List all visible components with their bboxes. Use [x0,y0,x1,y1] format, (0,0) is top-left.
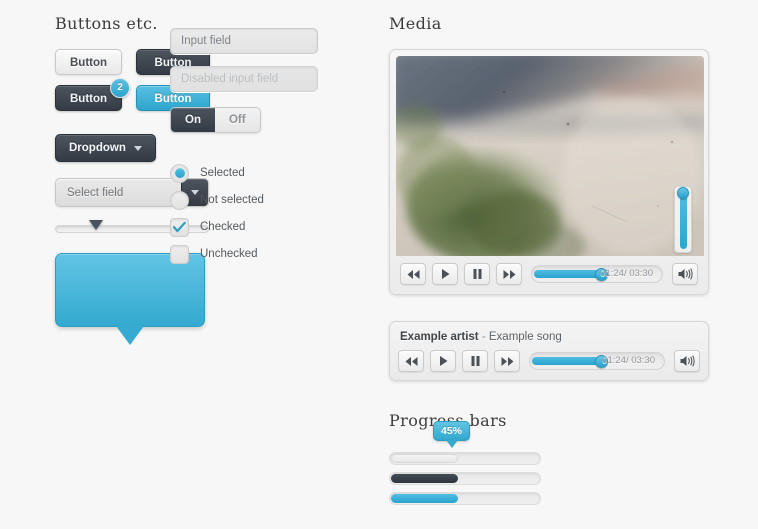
choice-list: Selected Not selected Checked Unchecked [170,160,330,267]
video-controls-bar: 01:24/ 03:30 [396,256,702,288]
radio-selected-label: Selected [200,167,245,179]
toggle-on-segment[interactable]: On [171,108,215,132]
audio-rewind-button[interactable] [398,350,424,372]
progress-fill-grey [391,454,458,463]
video-volume-track[interactable] [677,187,689,249]
radio-option-not-selected[interactable]: Not selected [170,187,330,213]
video-time-display: 01:24/ 03:30 [600,268,653,279]
audio-pause-button[interactable] [462,350,488,372]
fast-forward-button[interactable] [496,263,522,285]
dropdown-button[interactable]: Dropdown [55,134,156,162]
pause-icon [471,356,479,366]
radio-not-selected-label: Not selected [200,194,264,206]
progress-bar-dark [389,472,541,485]
progress-bar-blue [389,492,541,505]
audio-separator: - [481,331,486,343]
check-mark-icon [173,221,186,233]
rewind-button[interactable] [400,263,426,285]
disabled-text-input [170,66,318,92]
rewind-icon [405,356,417,366]
on-off-toggle[interactable]: On Off [170,107,261,133]
progress-bar-grey [389,452,541,465]
radio-icon-checked[interactable] [170,163,189,183]
audio-track-info: Example artist - Example song [400,331,698,343]
audio-seek-bar[interactable]: 01:24/ 03:30 [529,352,665,370]
audio-player: Example artist - Example song 01:24/ 03:… [389,321,709,381]
audio-song: Example song [488,331,562,343]
audio-controls-bar: 01:24/ 03:30 [398,350,700,372]
video-still-image [396,56,704,256]
play-icon [441,269,449,279]
light-button[interactable]: Button [55,49,123,75]
audio-time-display: 01:24/ 03:30 [602,355,655,366]
pause-button[interactable] [464,263,490,285]
audio-seek-fill [532,357,604,365]
fast-forward-icon [503,269,515,279]
audio-artist: Example artist [400,331,479,343]
checkbox-icon-checked[interactable] [170,217,189,237]
checkbox-checked-label: Checked [200,221,246,233]
fast-forward-icon [501,356,513,366]
text-input[interactable] [170,28,318,54]
media-section: Media 01:24/ 03:30 Example artist - Exam… [389,14,719,512]
progress-fill-dark [391,474,458,483]
chevron-down-icon [133,145,142,151]
checkbox-icon-unchecked[interactable] [170,244,189,264]
select-field-value: Select field [67,186,124,199]
checkbox-option-checked[interactable]: Checked [170,214,330,240]
progress-bars-group: 45% [389,421,541,505]
ui-kit-page: Buttons etc. Button Button Button 2 Butt… [0,0,758,529]
video-screen[interactable] [396,56,704,256]
inputs-column: On Off Selected Not selected C [170,28,330,268]
pause-icon [473,269,481,279]
audio-volume-button[interactable] [674,350,700,372]
play-icon [439,356,447,366]
video-volume-button[interactable] [672,263,698,285]
progress-fill-blue [391,494,458,503]
play-button[interactable] [432,263,458,285]
speaker-volume-icon [678,268,693,280]
video-volume-slider[interactable] [674,186,692,253]
dark-button-with-badge[interactable]: Button 2 [55,78,131,111]
audio-fast-forward-button[interactable] [494,350,520,372]
radio-dot [174,168,185,178]
toggle-off-segment[interactable]: Off [214,108,260,132]
slider-handle[interactable] [89,220,104,230]
video-volume-knob[interactable] [677,187,689,199]
dark-badge-button-label: Button [70,93,108,105]
rewind-icon [407,269,419,279]
video-seek-fill [534,270,603,278]
progress-bars-section: Progress bars 45% [389,411,719,505]
checkbox-unchecked-label: Unchecked [200,248,258,260]
video-player: 01:24/ 03:30 [389,49,709,295]
progress-tooltip: 45% [433,421,471,448]
audio-play-button[interactable] [430,350,456,372]
dropdown-button-label: Dropdown [69,142,126,154]
checkbox-option-unchecked[interactable]: Unchecked [170,241,330,267]
media-section-title: Media [389,14,442,33]
radio-option-selected[interactable]: Selected [170,160,330,186]
notification-badge: 2 [110,78,131,98]
video-seek-bar[interactable]: 01:24/ 03:30 [531,265,663,283]
speaker-volume-icon [680,355,695,367]
radio-icon-unchecked[interactable] [170,190,189,210]
